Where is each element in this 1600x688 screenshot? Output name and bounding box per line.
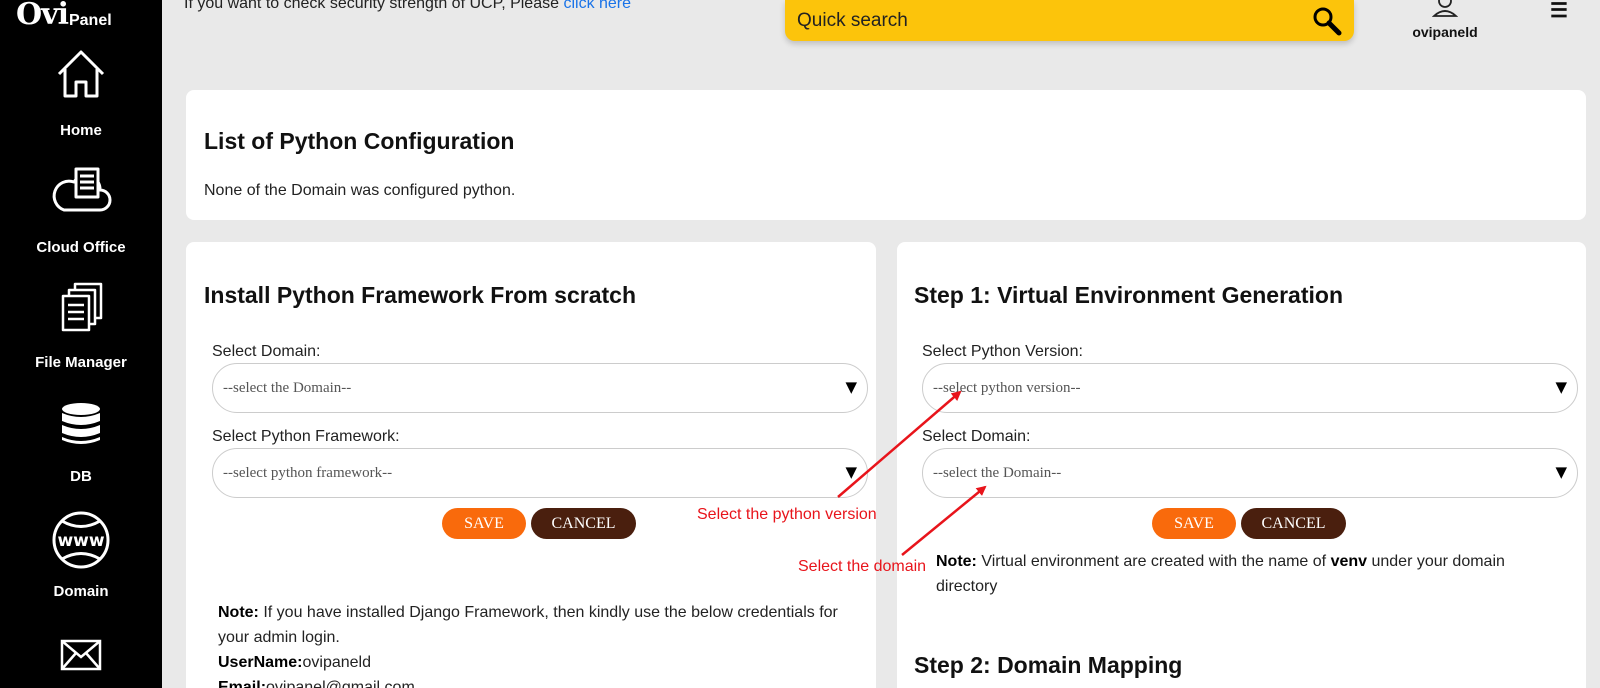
cloud-office-icon bbox=[52, 167, 112, 212]
logo-sub: Panel bbox=[68, 12, 112, 29]
venv-domain-select-value: --select the Domain-- bbox=[933, 464, 1062, 481]
sidebar-item-file-manager[interactable]: File Manager bbox=[0, 282, 162, 371]
domain-mapping-title: Step 2: Domain Mapping bbox=[914, 652, 1183, 678]
quick-search-bar bbox=[785, 0, 1354, 41]
config-list-empty-text: None of the Domain was configured python… bbox=[204, 182, 516, 199]
sidebar-item-db[interactable]: DB bbox=[0, 402, 162, 485]
sidebar-item-label: Home bbox=[60, 122, 102, 139]
hamburger-menu-icon[interactable]: ☰ bbox=[1550, 0, 1568, 23]
sidebar-item-cloud-office[interactable]: Cloud Office bbox=[0, 166, 162, 256]
sidebar-item-home[interactable]: Home bbox=[0, 46, 162, 139]
caret-down-icon: ▼ bbox=[845, 463, 857, 481]
python-version-annotation: Select the python version bbox=[697, 506, 877, 523]
admin-username: ovipaneld bbox=[302, 654, 371, 671]
select-framework-label: Select Python Framework: bbox=[212, 428, 400, 445]
venv-save-button[interactable]: SAVE bbox=[1152, 508, 1236, 539]
svg-text:www: www bbox=[57, 531, 104, 551]
sidebar: Ovi Panel Home Cloud Office File Manager bbox=[0, 0, 162, 688]
select-domain-label: Select Domain: bbox=[212, 343, 321, 360]
install-save-button[interactable]: SAVE bbox=[442, 508, 526, 539]
admin-email: ovipanel@gmail.com bbox=[266, 679, 415, 688]
venv-cancel-button[interactable]: CANCEL bbox=[1241, 508, 1346, 539]
user-profile[interactable]: ovipaneld bbox=[1405, 0, 1485, 40]
domain-select[interactable]: --select the Domain-- ▼ bbox=[212, 363, 868, 413]
framework-select-value: --select python framework-- bbox=[223, 464, 393, 481]
python-version-select[interactable]: --select python version-- ▼ bbox=[922, 363, 1578, 413]
user-icon bbox=[1431, 0, 1459, 17]
venv-title: Step 1: Virtual Environment Generation bbox=[914, 282, 1343, 308]
select-python-version-label: Select Python Version: bbox=[922, 343, 1083, 360]
database-icon bbox=[62, 403, 100, 444]
virtual-env-card: Step 1: Virtual Environment Generation S… bbox=[897, 242, 1586, 688]
sidebar-item-domain[interactable]: www Domain bbox=[0, 510, 162, 600]
django-credentials-note: Note: If you have installed Django Frame… bbox=[218, 600, 858, 688]
security-message: If you want to check security strength o… bbox=[184, 0, 631, 13]
search-input[interactable] bbox=[797, 9, 1312, 32]
sidebar-item-label: Cloud Office bbox=[36, 239, 126, 256]
security-check-link[interactable]: click here bbox=[563, 0, 631, 12]
install-framework-card: Install Python Framework From scratch Se… bbox=[186, 242, 876, 688]
framework-select[interactable]: --select python framework-- ▼ bbox=[212, 448, 868, 498]
venv-domain-select[interactable]: --select the Domain-- ▼ bbox=[922, 448, 1578, 498]
select-domain-label: Select Domain: bbox=[922, 428, 1031, 445]
www-globe-icon: www bbox=[52, 511, 110, 569]
install-framework-title: Install Python Framework From scratch bbox=[204, 282, 637, 308]
sidebar-item-label: DB bbox=[70, 468, 92, 485]
caret-down-icon: ▼ bbox=[845, 378, 857, 396]
python-version-select-value: --select python version-- bbox=[933, 379, 1081, 396]
config-list-title: List of Python Configuration bbox=[204, 128, 515, 154]
search-icon[interactable] bbox=[1312, 6, 1342, 36]
mail-icon bbox=[60, 639, 102, 671]
domain-select-value: --select the Domain-- bbox=[223, 379, 352, 396]
sidebar-item-label: File Manager bbox=[35, 354, 127, 371]
home-icon bbox=[57, 50, 105, 98]
logo[interactable]: Ovi Panel bbox=[16, 0, 112, 30]
domain-annotation: Select the domain bbox=[798, 558, 927, 575]
venv-note: Note: Virtual environment are created wi… bbox=[936, 553, 1505, 595]
file-manager-icon bbox=[61, 282, 103, 332]
install-cancel-button[interactable]: CANCEL bbox=[531, 508, 636, 539]
caret-down-icon: ▼ bbox=[1555, 463, 1567, 481]
sidebar-item-mail[interactable] bbox=[0, 638, 162, 672]
username: ovipaneld bbox=[1412, 24, 1478, 40]
sidebar-item-label: Domain bbox=[53, 583, 109, 600]
caret-down-icon: ▼ bbox=[1555, 378, 1567, 396]
logo-main: Ovi bbox=[16, 0, 69, 32]
python-config-list-card: List of Python Configuration None of the… bbox=[186, 90, 1586, 220]
